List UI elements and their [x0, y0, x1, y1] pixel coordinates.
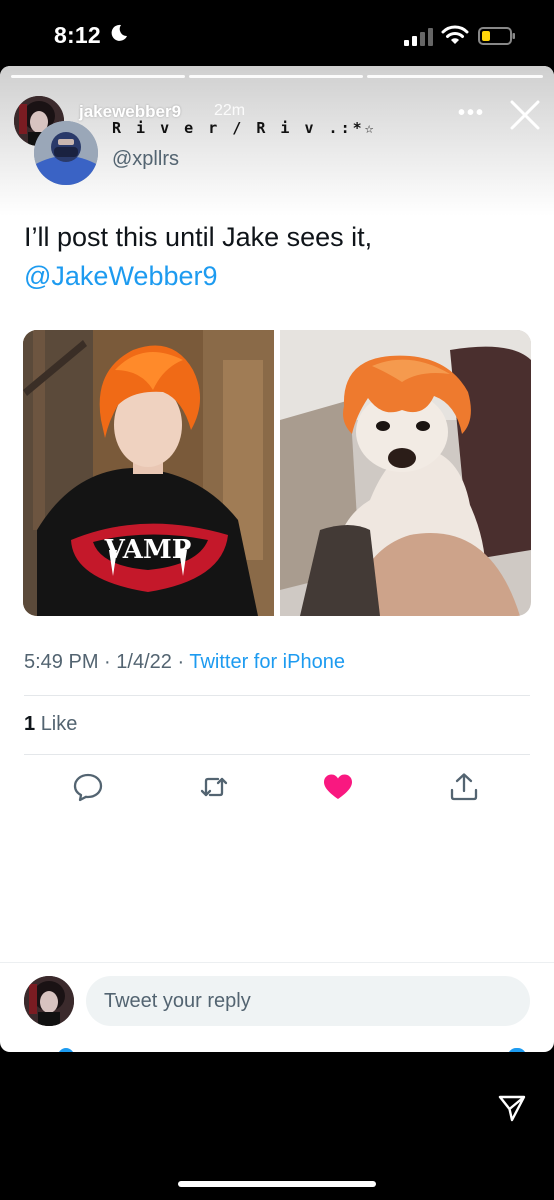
story-progress-segment [189, 75, 363, 78]
divider [24, 754, 530, 755]
cellular-signal-icon [404, 28, 433, 46]
photo-man-vamp-sweater: VAMP [23, 330, 274, 616]
story-card[interactable]: jakewebber9 22m ••• R i v e r / R i v .:… [0, 66, 554, 1052]
like-count-label: Like [40, 713, 78, 735]
heart-icon[interactable] [322, 771, 354, 803]
avatar-image [34, 121, 98, 185]
meta-separator: · [177, 651, 185, 673]
tweet-author-avatar[interactable] [34, 121, 98, 185]
share-icon[interactable] [448, 771, 480, 803]
tweet-timestamp: 5:49 PM · 1/4/22 · Twitter for iPhone [24, 651, 345, 674]
tweet-date: 1/4/22 [116, 651, 172, 673]
status-time: 8:12 [54, 22, 101, 48]
battery-icon [478, 27, 515, 45]
tweet-media-image[interactable]: VAMP [23, 330, 274, 616]
wifi-icon [441, 25, 469, 44]
more-options-icon[interactable]: ••• [458, 102, 485, 125]
story-progress-segment [11, 75, 185, 78]
tweet-body: I’ll post this until Jake sees it, [24, 222, 373, 252]
moon-icon [111, 24, 127, 41]
like-count-value: 1 [24, 713, 36, 735]
home-indicator[interactable] [178, 1181, 376, 1187]
tweet-time: 5:49 PM [24, 651, 99, 673]
tweet-mention-link[interactable]: @JakeWebber9 [24, 257, 524, 296]
story-age: 22m [214, 102, 246, 119]
reply-icon[interactable] [72, 771, 104, 803]
reply-bar-divider [0, 962, 554, 963]
tweet-source-link[interactable]: Twitter for iPhone [189, 651, 345, 673]
tweet-handle[interactable]: @xpllrs [112, 148, 179, 171]
bottom-bar-peek [508, 1048, 526, 1052]
avatar-image [24, 976, 74, 1026]
bottom-bar-peek [58, 1048, 74, 1052]
tweet-display-name[interactable]: R i v e r / R i v .:*☆ [112, 119, 377, 137]
story-progress-segment [367, 75, 543, 78]
photo-chihuahua-orange-peel [280, 330, 531, 616]
tweet-reply-input[interactable] [86, 976, 530, 1026]
reply-avatar [24, 976, 74, 1026]
divider [24, 695, 530, 696]
tweet-like-count[interactable]: 1 Like [24, 713, 77, 736]
sweater-text: VAMP [104, 535, 192, 565]
send-icon[interactable] [496, 1092, 528, 1124]
tweet-text: I’ll post this until Jake sees it, @Jake… [24, 218, 524, 296]
tweet-media-image[interactable] [280, 330, 531, 616]
retweet-icon[interactable] [198, 771, 230, 803]
close-icon[interactable] [508, 98, 542, 132]
meta-separator: · [104, 651, 111, 673]
